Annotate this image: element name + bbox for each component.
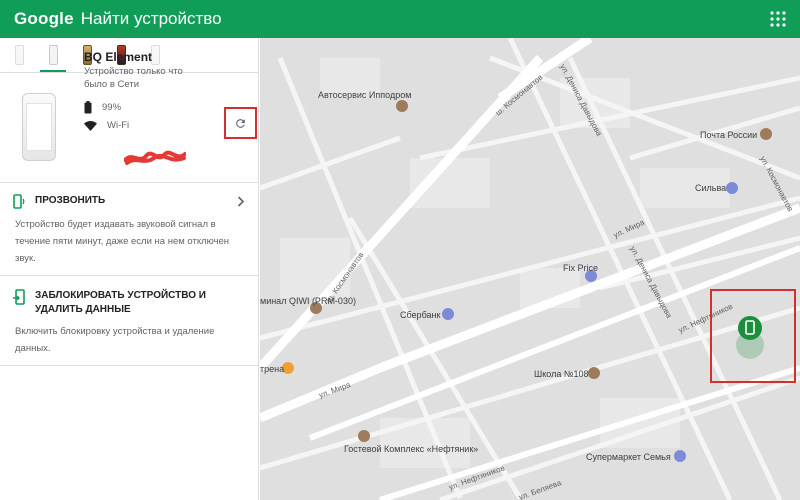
place-label[interactable]: трена [260,364,284,374]
place-label[interactable]: Супермаркет Семья [586,452,671,462]
wifi-icon [84,120,97,131]
location-highlight-box [710,289,796,383]
place-label[interactable]: Школа №108 [534,369,589,379]
lock-erase-label: ЗАБЛОКИРОВАТЬ УСТРОЙСТВО И УДАЛИТЬ ДАННЫ… [35,290,206,315]
map[interactable]: ш. Космонавтов ул. Дениса Давыдова ш. Ко… [260,38,800,500]
ring-description: Устройство будет издавать звуковой сигна… [15,219,230,264]
place-label[interactable]: Сбербанк [400,310,440,320]
lock-erase-description: Включить блокировку устройства и удалени… [15,326,215,354]
device-name: BQ Element [84,50,153,64]
phone-icon [48,45,58,65]
app-header: Google Найти устройство [0,0,800,38]
page-title: Найти устройство [80,9,222,28]
map-canvas[interactable]: ш. Космонавтов ул. Дениса Давыдова ш. Ко… [260,38,800,500]
refresh-button[interactable] [224,107,257,139]
redaction-scribble [124,150,186,165]
chevron-right-icon [237,196,245,207]
device-tab-bq-element[interactable] [40,42,66,72]
place-label[interactable]: минал QIWI (PRM-030) [260,296,356,306]
apps-grid-icon[interactable] [770,11,786,27]
lock-phone-icon [13,289,25,305]
battery-icon [84,101,92,114]
ring-phone-icon [13,194,25,209]
device-status: Устройство только что было в Сети [84,66,183,90]
place-label[interactable]: Автосервис Ипподром [318,90,411,100]
refresh-icon [236,118,245,128]
google-logo[interactable]: Google [14,9,74,29]
place-label[interactable]: Fix Price [563,263,598,273]
battery-row: 99% [84,101,121,114]
phone-icon [14,45,24,65]
device-tab-1[interactable] [8,42,30,72]
device-image [22,93,56,161]
lock-erase-action[interactable]: ЗАБЛОКИРОВАТЬ УСТРОЙСТВО И УДАЛИТЬ ДАННЫ… [0,276,258,366]
ring-action-head: ПРОЗВОНИТЬ [13,194,105,209]
place-label[interactable]: Гостевой Комплекс «Нефтяник» [344,444,478,454]
place-label[interactable]: Почта России [700,130,757,140]
ring-action[interactable]: ПРОЗВОНИТЬ Устройство будет издавать зву… [0,184,258,276]
wifi-row: Wi-Fi [84,120,129,131]
place-label[interactable]: Сильва [695,183,726,193]
battery-level: 99% [102,102,122,113]
ring-label: ПРОЗВОНИТЬ [35,195,106,206]
wifi-network: Wi-Fi [107,120,130,131]
lock-action-head: ЗАБЛОКИРОВАТЬ УСТРОЙСТВО И УДАЛИТЬ ДАННЫ… [13,289,225,317]
